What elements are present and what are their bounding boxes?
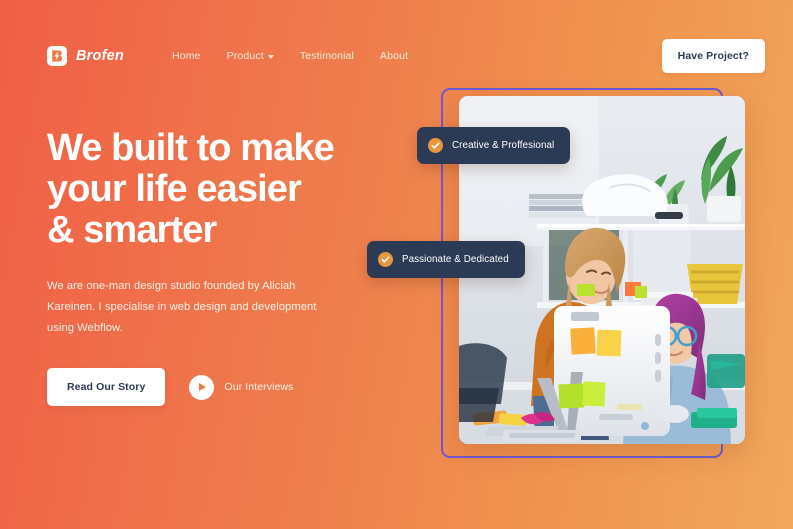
nav-link-home[interactable]: Home <box>172 50 201 62</box>
brand-name: Brofen <box>76 48 124 64</box>
our-interviews-link[interactable]: Our Interviews <box>189 374 294 400</box>
nav-link-about-label: About <box>380 50 409 62</box>
chevron-down-icon <box>267 55 274 59</box>
nav-link-about[interactable]: About <box>380 50 408 62</box>
our-interviews-label: Our Interviews <box>224 381 294 393</box>
nav-link-testimonial[interactable]: Testimonial <box>300 50 354 62</box>
hero-actions: Read Our Story Our Interviews <box>47 368 387 406</box>
headline-line-2: your life easier <box>47 168 302 210</box>
have-project-button[interactable]: Have Project? <box>661 39 765 73</box>
nav-links: Home Product Testimonial About <box>172 50 408 62</box>
page-title: We built to make your life easier & smar… <box>47 128 387 251</box>
hero-visual: Creative & Proffesional Passionate & Ded… <box>367 75 770 465</box>
play-icon <box>189 374 215 400</box>
hero-copy: We built to make your life easier & smar… <box>47 128 387 406</box>
lightning-bolt-b-icon <box>47 46 67 66</box>
nav-link-testimonial-label: Testimonial <box>299 50 355 62</box>
hero-subcopy: We are one-man design studio founded by … <box>47 280 317 334</box>
check-circle-icon <box>378 252 393 267</box>
nav-link-product[interactable]: Product <box>227 50 274 62</box>
check-circle-icon <box>428 138 443 153</box>
nav-link-home-label: Home <box>172 50 201 62</box>
read-our-story-button[interactable]: Read Our Story <box>47 368 166 406</box>
nav-link-product-label: Product <box>226 50 264 62</box>
badge-label: Passionate & Dedicated <box>402 254 509 265</box>
badge-creative-professional: Creative & Proffesional <box>417 127 571 164</box>
badge-passionate-dedicated: Passionate & Dedicated <box>367 241 525 278</box>
brand-logo[interactable]: Brofen <box>47 46 124 66</box>
headline-line-3: & smarter <box>47 209 217 251</box>
headline-line-1: We built to make <box>47 127 335 169</box>
navbar: Brofen Home Product Testimonial About Ha… <box>0 39 793 73</box>
badge-label: Creative & Proffesional <box>452 140 555 151</box>
